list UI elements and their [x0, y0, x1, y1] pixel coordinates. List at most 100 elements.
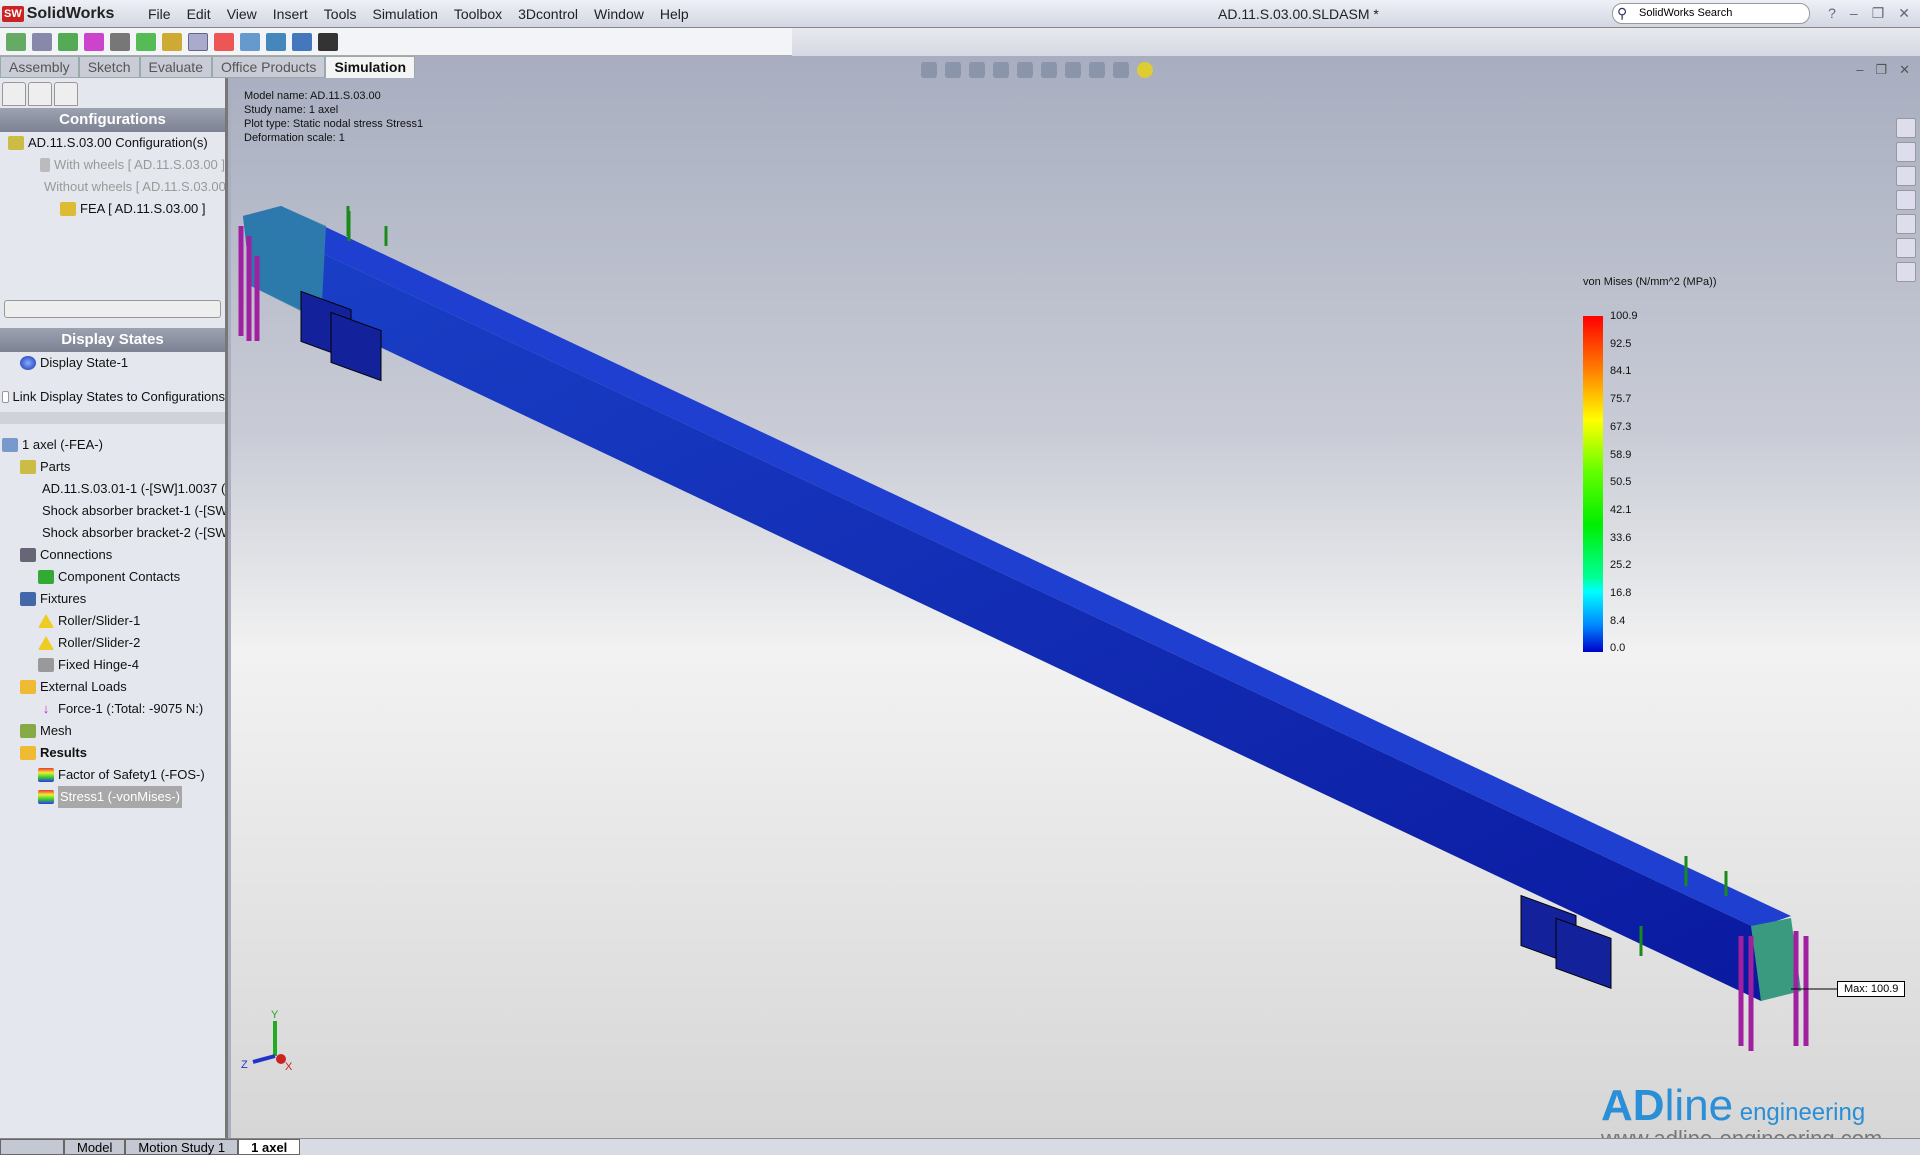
document-title: AD.11.S.03.00.SLDASM * [1218, 6, 1379, 22]
tree-fixture[interactable]: Roller/Slider-1 [0, 610, 225, 632]
view-palette-icon[interactable] [1896, 214, 1916, 234]
feature-tree-tab[interactable] [2, 82, 26, 106]
menu-help[interactable]: Help [652, 6, 697, 22]
roller-icon [38, 636, 54, 650]
help-icon[interactable]: ? [1828, 5, 1836, 22]
max-annotation: Max: 100.9 [1837, 981, 1906, 997]
search-input[interactable]: ⚲ SolidWorks Search [1612, 3, 1810, 24]
legend-tick-label: 75.7 [1610, 393, 1632, 406]
report-icon[interactable] [240, 32, 260, 51]
config-item[interactable]: FEA [ AD.11.S.03.00 ] [0, 198, 225, 220]
legend-title: von Mises (N/mm^2 (MPa)) [1583, 276, 1717, 288]
close-icon[interactable]: ✕ [1899, 62, 1910, 78]
triad-x-label: X [285, 1061, 293, 1073]
external-loads-icon[interactable] [84, 32, 104, 51]
tree-results[interactable]: Results [0, 742, 225, 764]
results-advisor-icon[interactable] [162, 32, 182, 51]
deformed-result-icon[interactable] [188, 32, 208, 51]
tab-assembly[interactable]: Assembly [0, 56, 79, 78]
beam-side-face [243, 216, 1761, 1001]
horizontal-scrollbar[interactable] [4, 300, 221, 318]
tree-result[interactable]: Factor of Safety1 (-FOS-) [0, 764, 225, 786]
tree-fixture[interactable]: Roller/Slider-2 [0, 632, 225, 654]
config-item[interactable]: With wheels [ AD.11.S.03.00 ] [0, 154, 225, 176]
menu-simulation[interactable]: Simulation [364, 6, 445, 22]
menu-file[interactable]: File [140, 6, 179, 22]
configuration-manager-tab[interactable] [54, 82, 78, 106]
legend-tick-label: 25.2 [1610, 559, 1632, 572]
study-item[interactable]: 1 axel (-FEA-) [0, 434, 225, 456]
adline-logo: ADline engineering [1601, 1081, 1866, 1130]
restore-icon[interactable]: ❐ [1875, 62, 1887, 78]
config-root[interactable]: AD.11.S.03.00 Configuration(s) [0, 132, 225, 154]
menu-view[interactable]: View [219, 6, 265, 22]
tab-evaluate[interactable]: Evaluate [139, 56, 212, 78]
home-icon[interactable] [1896, 118, 1916, 138]
tree-connection[interactable]: Component Contacts [0, 566, 225, 588]
design-library-icon[interactable] [1896, 142, 1916, 162]
tab-simulation[interactable]: Simulation [325, 56, 415, 78]
tree-loads[interactable]: External Loads [0, 676, 225, 698]
legend-tick-label: 100.9 [1610, 310, 1638, 322]
graphics-viewport[interactable]: Model name: AD.11.S.03.00 Study name: 1 … [231, 56, 1920, 1151]
tab-scroll-buttons[interactable] [0, 1139, 64, 1155]
legend-tick-label: 84.1 [1610, 365, 1632, 378]
tree-connections[interactable]: Connections [0, 544, 225, 566]
bracket-right-2 [1555, 917, 1612, 989]
file-explorer-icon[interactable] [1896, 166, 1916, 186]
checkbox[interactable] [2, 391, 9, 403]
tab-office-products[interactable]: Office Products [211, 56, 326, 78]
menu-3dcontrol[interactable]: 3Dcontrol [510, 6, 586, 22]
hinge-icon [38, 658, 54, 672]
property-manager-tab[interactable] [28, 82, 52, 106]
minimize-button[interactable]: – [1850, 5, 1858, 22]
solidworks-logo[interactable]: SW SolidWorks [2, 3, 124, 25]
tree-fixtures[interactable]: Fixtures [0, 588, 225, 610]
mesh-icon [20, 724, 36, 738]
tab-sketch[interactable]: Sketch [78, 56, 140, 78]
study-advisor-icon[interactable] [6, 32, 26, 51]
config-item[interactable]: Without wheels [ AD.11.S.03.00 ] [0, 176, 225, 198]
custom-properties-icon[interactable] [1896, 262, 1916, 282]
restore-button[interactable]: ❐ [1872, 5, 1885, 22]
manage-network-icon[interactable] [292, 32, 312, 51]
tree-result-selected[interactable]: Stress1 (-vonMises-) [0, 786, 225, 808]
run-icon[interactable] [136, 32, 156, 51]
apply-material-icon[interactable] [32, 32, 52, 51]
compare-results-icon[interactable] [214, 32, 234, 51]
tree-load[interactable]: ↓ Force-1 (:Total: -9075 N:) [0, 698, 225, 720]
legend-color-bar [1583, 316, 1603, 652]
minimize-icon[interactable]: – [1856, 62, 1863, 78]
menu-tools[interactable]: Tools [316, 6, 365, 22]
viewport-window-controls: – ❐ ✕ [1856, 62, 1910, 78]
link-display-states-checkbox[interactable]: Link Display States to Configurations [0, 386, 225, 408]
tree-parts[interactable]: Parts [0, 456, 225, 478]
menu-bar: SW SolidWorks File Edit View Insert Tools… [0, 0, 1920, 28]
triad-y-label: Y [271, 1009, 279, 1021]
tab-study-1-axel[interactable]: 1 axel [238, 1139, 301, 1155]
close-button[interactable]: ✕ [1898, 5, 1910, 22]
tree-part[interactable]: AD.11.S.03.01-1 (-[SW]1.0037 (S235JRG2)-… [0, 478, 225, 500]
tree-part[interactable]: Shock absorber bracket-2 (-[SW]1.0037-) [0, 522, 225, 544]
display-state-item[interactable]: Display State-1 [0, 352, 225, 374]
menu-window[interactable]: Window [586, 6, 652, 22]
parameters-icon[interactable] [318, 32, 338, 51]
menu-edit[interactable]: Edit [179, 6, 219, 22]
simulation-toolbar [0, 28, 792, 56]
feature-manager-panel: Configurations AD.11.S.03.00 Configurati… [0, 78, 228, 1138]
legend-tick-label: 42.1 [1610, 503, 1632, 516]
search-results-icon[interactable] [1896, 190, 1916, 210]
connections-icon[interactable] [110, 32, 130, 51]
tree-part[interactable]: Shock absorber bracket-1 (-[SW]1.0037-) [0, 500, 225, 522]
tab-model[interactable]: Model [64, 1139, 126, 1155]
legend-tick-label: 67.3 [1610, 420, 1632, 433]
appearances-icon[interactable] [1896, 238, 1916, 258]
fixtures-icon[interactable] [58, 32, 78, 51]
tree-mesh[interactable]: Mesh [0, 720, 225, 742]
menu-toolbox[interactable]: Toolbox [446, 6, 510, 22]
design-insight-icon[interactable] [266, 32, 286, 51]
connections-icon [20, 548, 36, 562]
tree-fixture[interactable]: Fixed Hinge-4 [0, 654, 225, 676]
tab-motion-study[interactable]: Motion Study 1 [125, 1139, 239, 1155]
menu-insert[interactable]: Insert [265, 6, 316, 22]
